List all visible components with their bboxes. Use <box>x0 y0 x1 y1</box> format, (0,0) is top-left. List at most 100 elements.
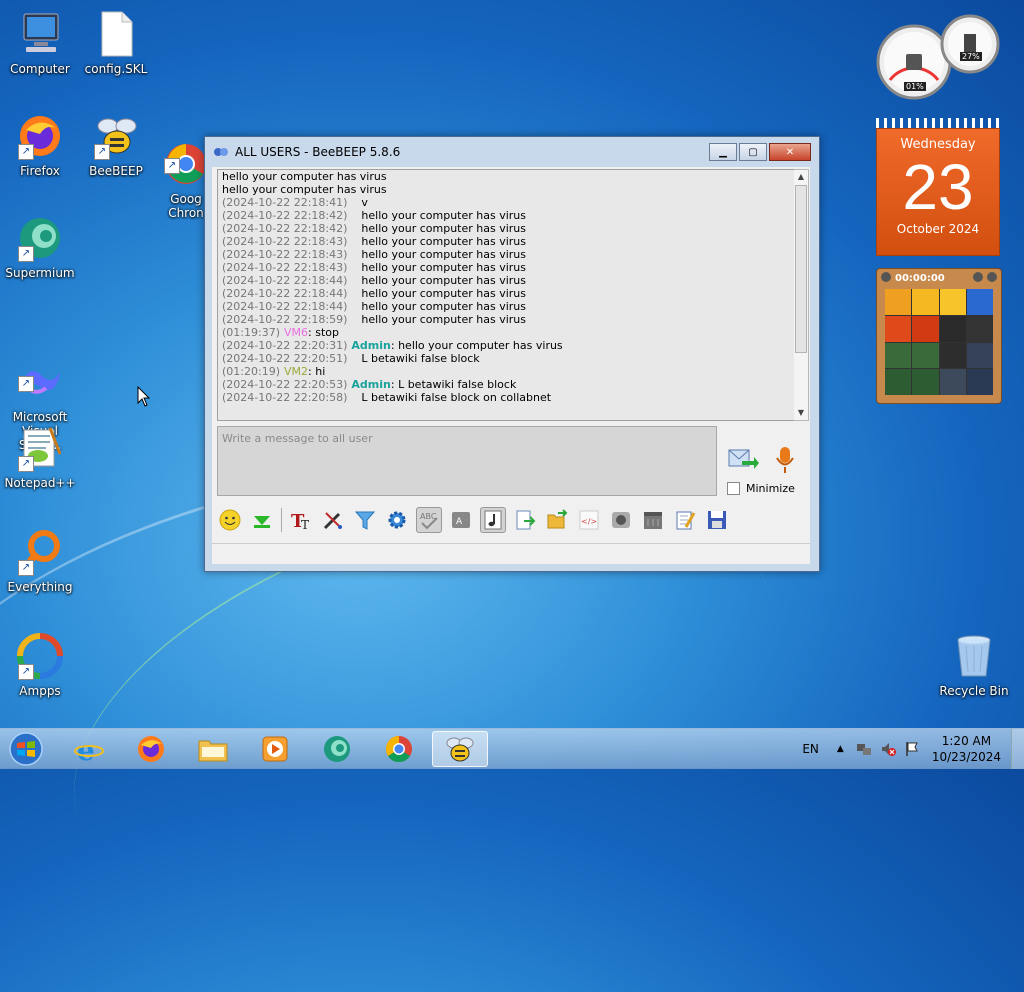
puzzle-tile[interactable] <box>912 369 939 395</box>
show-hidden-icons-icon[interactable]: ▲ <box>837 744 844 754</box>
emoticons-button[interactable] <box>217 507 243 533</box>
calendar-gadget[interactable]: Wednesday 23 October 2024 <box>876 118 1000 256</box>
message-username[interactable]: Admin <box>351 378 390 391</box>
chat-scrollbar[interactable]: ▲ ▼ <box>794 169 809 421</box>
puzzle-tile[interactable] <box>885 289 912 315</box>
puzzle-tile[interactable] <box>939 342 966 369</box>
message-username[interactable]: VM2 <box>284 365 308 378</box>
puzzle-tile[interactable] <box>885 315 912 342</box>
desktop-icon-computer[interactable]: Computer <box>2 10 78 76</box>
puzzle-tile[interactable] <box>966 369 993 395</box>
puzzle-tile[interactable] <box>912 315 939 342</box>
puzzle-grid[interactable] <box>885 289 993 395</box>
puzzle-tile[interactable] <box>912 289 939 315</box>
send-file-button[interactable] <box>544 507 570 533</box>
spell-check-icon: ABC <box>420 512 438 530</box>
message-text: hello your computer has virus <box>361 235 527 248</box>
puzzle-timer-text: 00:00:00 <box>895 272 945 284</box>
desktop-icon-config-skl[interactable]: config.SKL <box>78 10 154 76</box>
language-indicator[interactable]: EN <box>802 742 819 756</box>
clock[interactable]: 1:20 AM 10/23/2024 <box>932 733 1001 765</box>
chat-message-line: (01:19:37) VM6: stop <box>218 326 794 339</box>
bee-icon: ↗ <box>92 112 140 160</box>
help-icon[interactable] <box>973 272 983 282</box>
network-icon[interactable] <box>856 741 872 757</box>
taskbar-file-explorer[interactable] <box>186 731 240 767</box>
message-username[interactable]: VM6 <box>284 326 308 339</box>
edit-notes-button[interactable] <box>672 507 698 533</box>
maximize-icon: ▢ <box>748 146 758 158</box>
puzzle-tile[interactable] <box>966 289 993 315</box>
voice-message-button[interactable] <box>774 445 796 475</box>
desktop-icon-recycle-bin[interactable]: Recycle Bin <box>936 632 1012 698</box>
clear-chat-button[interactable] <box>640 507 666 533</box>
save-chat-button[interactable] <box>512 507 538 533</box>
font-button[interactable]: TT <box>288 507 314 533</box>
scroll-thumb[interactable] <box>795 185 807 353</box>
scroll-up-icon[interactable]: ▲ <box>794 170 808 184</box>
chat-message-line: (2024-10-22 22:20:58) L betawiki false bl… <box>218 391 794 404</box>
taskbar-media-player[interactable] <box>248 731 302 767</box>
maximize-button[interactable]: ▢ <box>739 143 767 161</box>
message-input[interactable]: Write a message to all user <box>217 426 717 496</box>
message-timestamp: (2024-10-22 22:20:58) <box>222 391 348 404</box>
chat-message-line: (2024-10-22 22:18:44) hello your computer… <box>218 274 794 287</box>
filter-button[interactable] <box>352 507 378 533</box>
desktop-icon-beebeep[interactable]: ↗ BeeBEEP <box>78 112 154 178</box>
html-button[interactable]: </> <box>576 507 602 533</box>
puzzle-tile[interactable] <box>966 342 993 369</box>
desktop-icon-everything[interactable]: ↗ Everything <box>2 528 78 594</box>
notepadpp-icon: ↗ <box>16 424 64 472</box>
desktop-icon-label: Computer <box>10 62 70 76</box>
taskbar-firefox[interactable] <box>124 731 178 767</box>
chat-history[interactable]: hello your computer has virus hello your … <box>217 169 795 421</box>
spell-check-button[interactable]: ABC <box>416 507 442 533</box>
checkbox-box[interactable] <box>727 482 740 495</box>
message-timestamp: (2024-10-22 22:18:44) <box>222 274 348 287</box>
beebeep-window[interactable]: ALL USERS - BeeBEEP 5.8.6 ▁ ▢ ✕ hello yo… <box>204 136 820 572</box>
puzzle-tile[interactable] <box>912 342 939 369</box>
message-username[interactable]: Admin <box>351 339 390 352</box>
screenshot-button[interactable] <box>608 507 634 533</box>
desktop-icon-notepadpp[interactable]: ↗ Notepad++ <box>2 424 78 490</box>
desktop-icon-firefox[interactable]: ↗ Firefox <box>2 112 78 178</box>
save-button[interactable] <box>704 507 730 533</box>
taskbar-chrome[interactable] <box>372 731 426 767</box>
font-color-button[interactable] <box>320 507 346 533</box>
desktop-icon-supermium[interactable]: ↗ Supermium <box>2 214 78 280</box>
desktop-icon-ampps[interactable]: ↗ Ampps <box>2 632 78 698</box>
puzzle-tile[interactable] <box>939 369 966 395</box>
camera-icon <box>612 512 630 528</box>
memory-percent: 27% <box>960 52 982 61</box>
send-button[interactable] <box>728 445 760 473</box>
chat-message-line: (2024-10-22 22:18:41) v <box>218 196 794 209</box>
start-button[interactable] <box>6 731 46 767</box>
message-text: hello your computer has virus <box>361 300 527 313</box>
show-desktop-button[interactable] <box>1011 729 1024 769</box>
volume-muted-icon[interactable] <box>880 741 896 757</box>
minimize-checkbox[interactable]: Minimize <box>727 482 795 495</box>
minimize-button[interactable]: ▁ <box>709 143 737 161</box>
shuffle-icon[interactable] <box>987 272 997 282</box>
taskbar-supermium[interactable] <box>310 731 364 767</box>
taskbar-internet-explorer[interactable]: e <box>62 731 116 767</box>
autocomplete-button[interactable]: A <box>448 507 474 533</box>
puzzle-tile[interactable] <box>939 289 966 315</box>
picture-puzzle-gadget[interactable]: 00:00:00 <box>876 268 1002 404</box>
clock-date: 10/23/2024 <box>931 750 1001 764</box>
close-button[interactable]: ✕ <box>769 143 811 161</box>
desktop-icon-label: config.SKL <box>84 62 148 76</box>
puzzle-tile[interactable] <box>885 369 912 395</box>
sound-button[interactable] <box>480 507 506 533</box>
scroll-down-icon[interactable]: ▼ <box>794 406 808 420</box>
settings-button[interactable] <box>384 507 410 533</box>
puzzle-tile[interactable] <box>885 342 912 369</box>
puzzle-tile[interactable] <box>966 315 993 342</box>
taskbar-beebeep[interactable] <box>432 731 488 767</box>
cpu-meter-gadget[interactable]: 01% 27% <box>874 10 1000 100</box>
puzzle-tile[interactable] <box>939 315 966 342</box>
shortcut-arrow-icon: ↗ <box>18 246 34 262</box>
windows-start-icon <box>9 732 43 766</box>
action-center-flag-icon[interactable] <box>904 741 920 757</box>
emoticons-dropdown-button[interactable] <box>249 507 275 533</box>
